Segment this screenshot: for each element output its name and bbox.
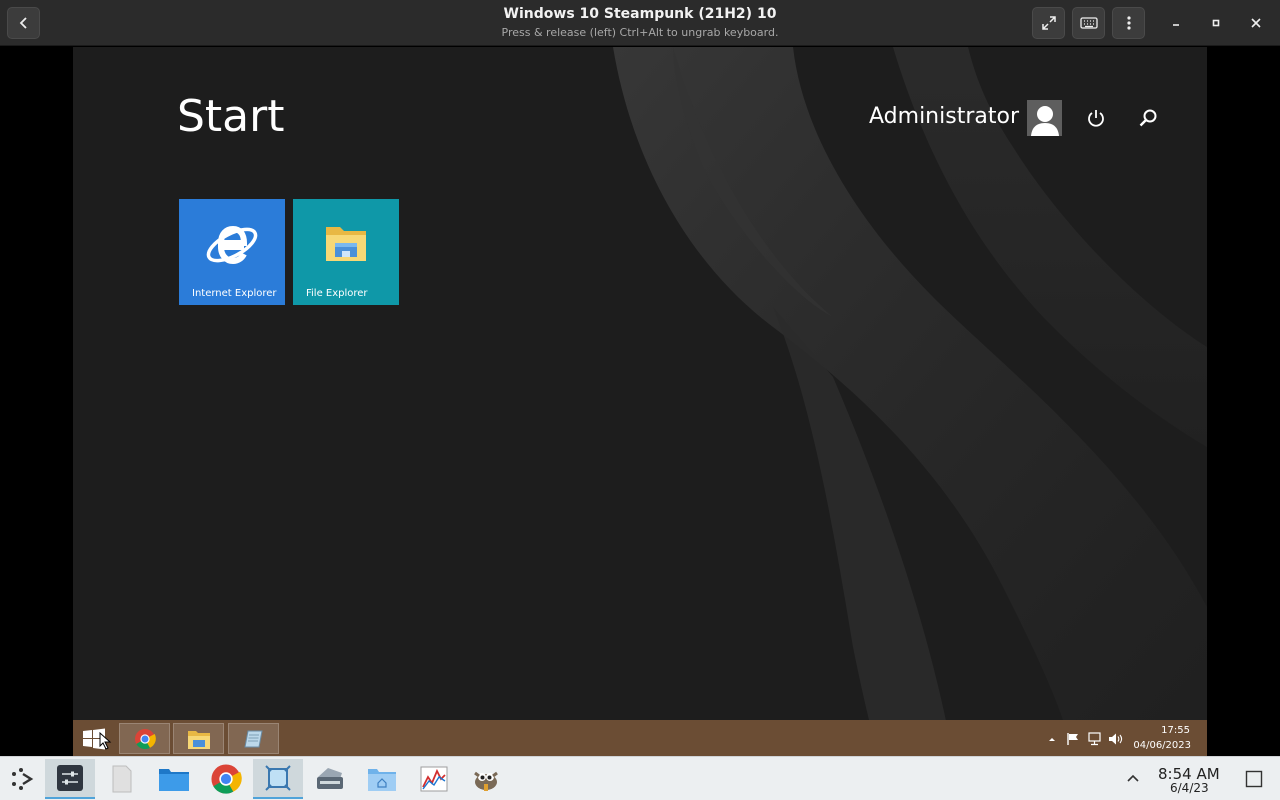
vm-window-header: Windows 10 Steampunk (21H2) 10 Press & r… xyxy=(0,0,1280,46)
guest-clock-time[interactable]: 17:55 xyxy=(1161,725,1190,736)
host-task-gimp[interactable] xyxy=(461,759,511,799)
guest-clock-date[interactable]: 04/06/2023 xyxy=(1133,740,1191,751)
tile-internet-explorer[interactable]: Internet Explorer xyxy=(179,199,285,305)
tile-label: Internet Explorer xyxy=(192,288,277,299)
internet-explorer-icon xyxy=(206,225,258,265)
mouse-cursor-icon xyxy=(99,732,112,750)
tile-label: File Explorer xyxy=(306,288,368,299)
launcher-icon xyxy=(12,768,34,790)
scanner-icon xyxy=(317,768,343,789)
minimize-button[interactable] xyxy=(1160,7,1192,39)
host-app-launcher[interactable] xyxy=(0,759,44,799)
search-icon xyxy=(1139,109,1157,127)
start-title: Start xyxy=(177,91,285,142)
document-icon xyxy=(112,765,132,793)
chevron-up-icon[interactable] xyxy=(1047,735,1057,743)
folder-icon xyxy=(187,730,210,749)
taskbar-notepad[interactable] xyxy=(228,723,279,754)
show-desktop-icon[interactable] xyxy=(1245,770,1263,788)
user-name[interactable]: Administrator xyxy=(869,104,1019,129)
maximize-button[interactable] xyxy=(1200,7,1232,39)
gimp-icon xyxy=(474,771,498,791)
chevron-up-icon[interactable] xyxy=(1126,773,1140,783)
background-swirl xyxy=(613,47,1207,756)
chrome-icon xyxy=(134,728,156,749)
host-task-settings[interactable] xyxy=(45,759,95,799)
fullscreen-button[interactable] xyxy=(1032,7,1065,39)
more-vertical-icon xyxy=(1126,16,1131,30)
folder-icon xyxy=(159,769,189,791)
keyboard-icon xyxy=(1079,17,1098,29)
settings-sliders-icon xyxy=(57,765,83,791)
host-task-folder[interactable] xyxy=(149,759,199,799)
host-task-chrome[interactable] xyxy=(201,759,251,799)
search-button[interactable] xyxy=(1135,105,1161,131)
maximize-icon xyxy=(1212,19,1220,27)
host-task-vm-boxes[interactable] xyxy=(253,759,303,799)
chrome-icon xyxy=(211,764,242,794)
guest-screen[interactable]: Start Administrator Internet Explorer Fi… xyxy=(73,47,1207,756)
power-icon xyxy=(1088,110,1104,127)
volume-icon[interactable] xyxy=(1108,732,1124,746)
boxes-icon xyxy=(265,765,291,791)
system-monitor-icon xyxy=(420,766,448,792)
menu-button[interactable] xyxy=(1112,7,1145,39)
tile-file-explorer[interactable]: File Explorer xyxy=(293,199,399,305)
minimize-icon xyxy=(1173,24,1179,26)
guest-taskbar: 17:55 04/06/2023 xyxy=(73,720,1207,756)
host-clock-date[interactable]: 6/4/23 xyxy=(1170,781,1209,795)
network-icon[interactable] xyxy=(1087,732,1103,746)
taskbar-file-explorer[interactable] xyxy=(173,723,224,754)
notepad-icon xyxy=(243,730,263,747)
keyboard-button[interactable] xyxy=(1072,7,1105,39)
folder-icon xyxy=(326,227,366,261)
taskbar-chrome[interactable] xyxy=(119,723,170,754)
host-taskbar: 8:54 AM 6/4/23 xyxy=(0,756,1280,800)
close-icon xyxy=(1251,18,1261,28)
user-icon xyxy=(1030,106,1059,136)
power-button[interactable] xyxy=(1083,105,1109,131)
close-button[interactable] xyxy=(1240,7,1272,39)
host-task-home-folder[interactable] xyxy=(357,759,407,799)
flag-icon[interactable] xyxy=(1066,732,1080,746)
host-task-scanner[interactable] xyxy=(305,759,355,799)
user-avatar[interactable] xyxy=(1027,100,1062,136)
host-task-monitor[interactable] xyxy=(409,759,459,799)
host-task-document[interactable] xyxy=(97,759,147,799)
home-folder-icon xyxy=(368,769,396,791)
expand-icon xyxy=(1041,16,1056,30)
